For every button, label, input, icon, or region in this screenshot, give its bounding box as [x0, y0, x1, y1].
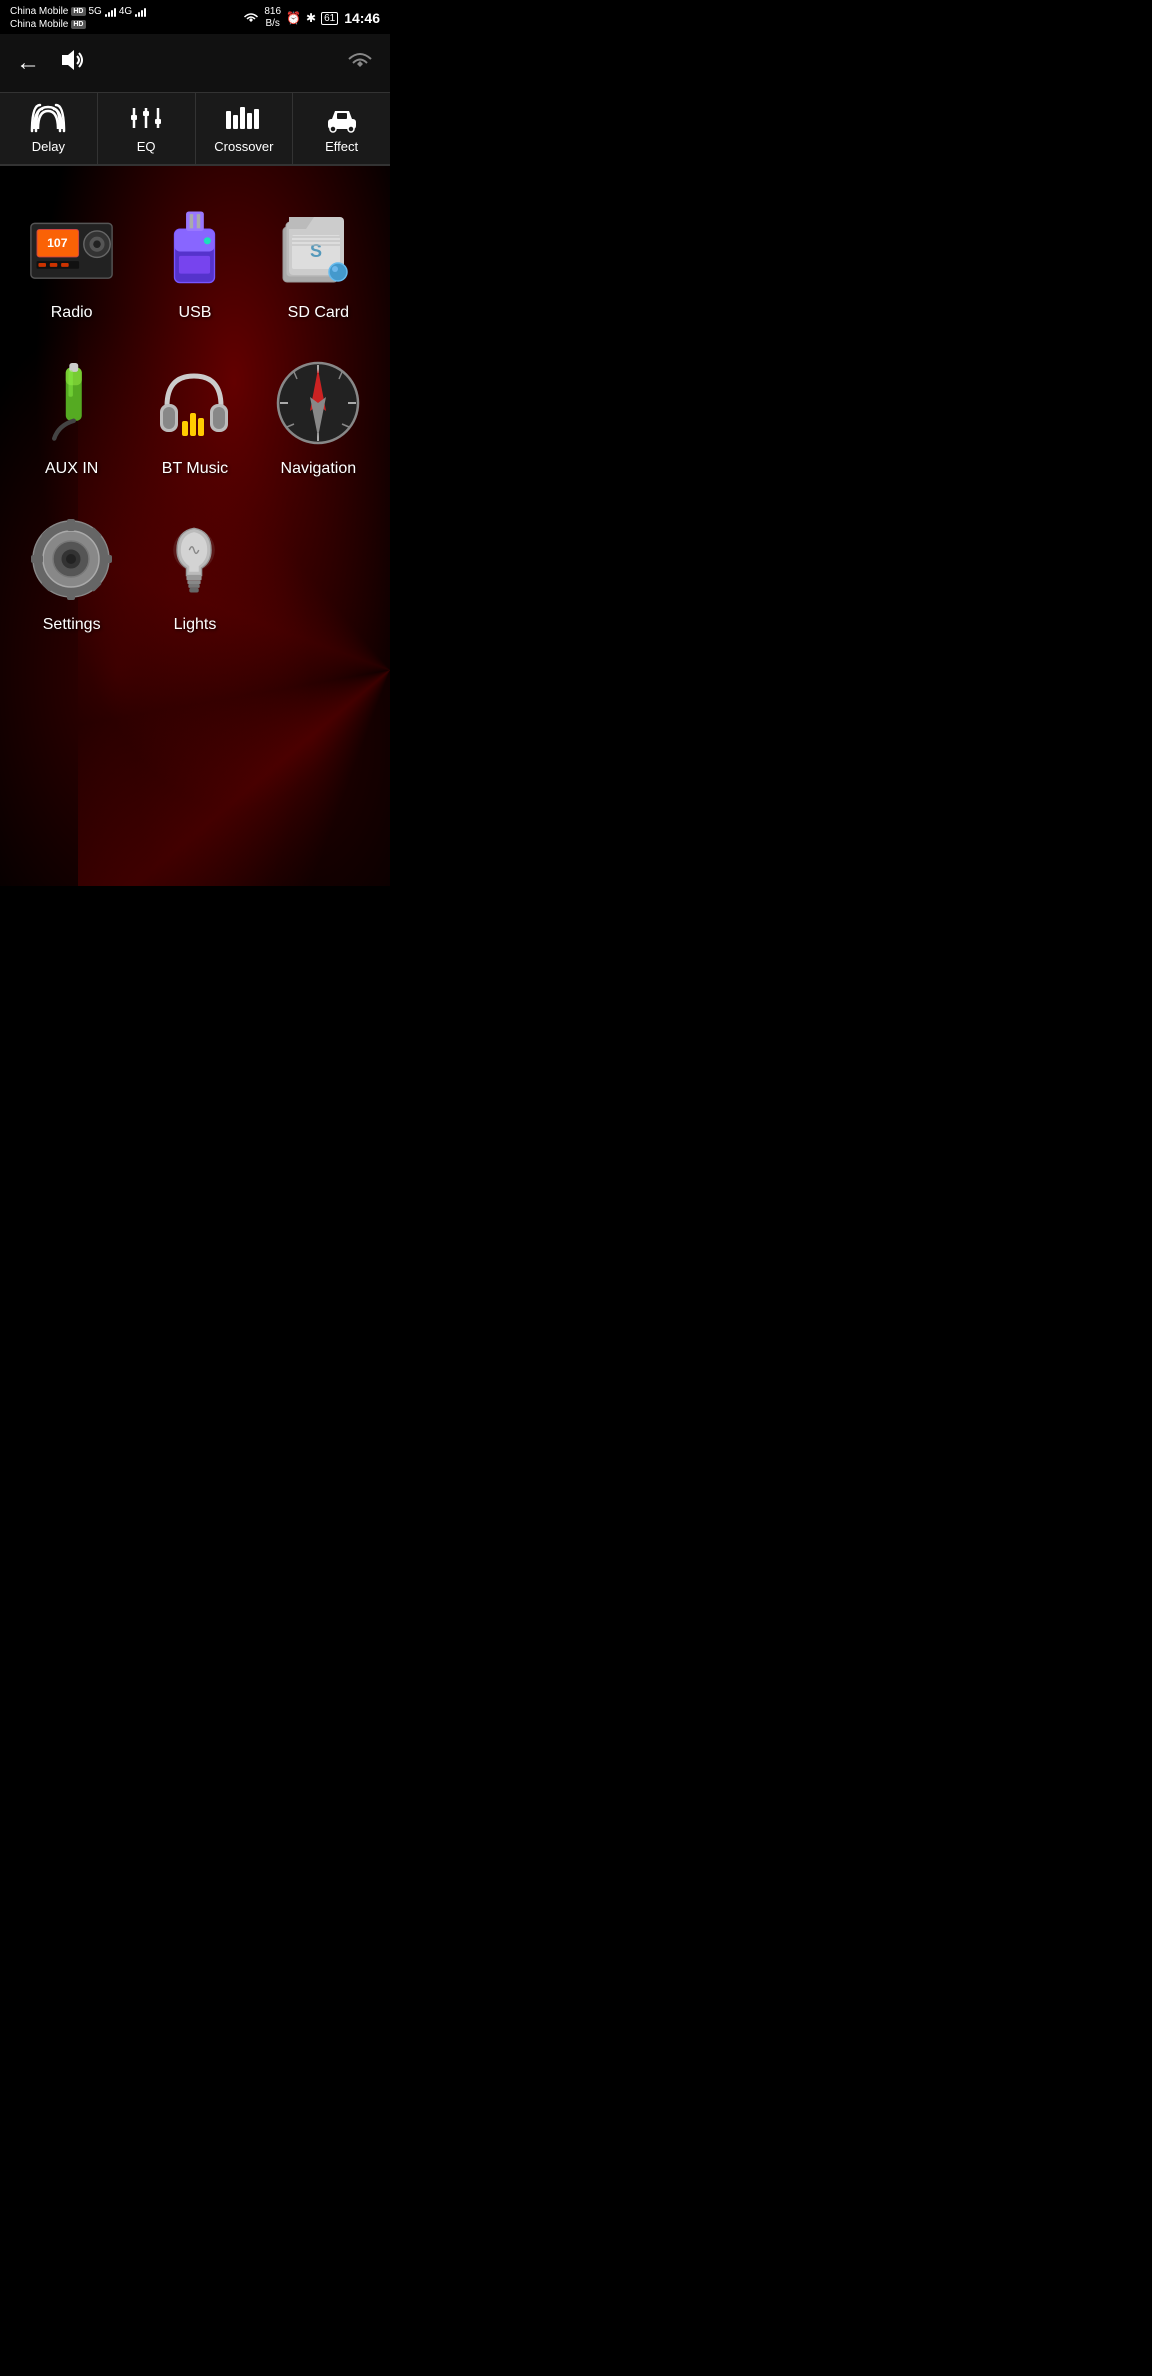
crossover-icon	[224, 103, 264, 133]
settings-icon	[29, 517, 114, 602]
app-auxin[interactable]: AUX IN	[10, 342, 133, 498]
navigation-label: Navigation	[281, 460, 357, 478]
hd-badge1: HD	[71, 7, 85, 16]
time-display: 14:46	[344, 10, 380, 26]
speaker-icon	[56, 46, 88, 74]
battery-label: 61	[321, 12, 338, 25]
btmusic-label: BT Music	[162, 460, 228, 478]
tab-effect[interactable]: Effect	[293, 93, 390, 164]
bar2	[138, 12, 140, 17]
usb-icon-wrapper	[150, 202, 240, 292]
status-bar: China Mobile HD 5G 4G China Mobile HD	[0, 0, 390, 34]
header-wifi-icon	[346, 50, 374, 77]
settings-label: Settings	[43, 616, 101, 634]
bar1	[105, 14, 107, 17]
hd-badge2: HD	[71, 20, 85, 29]
network2: 4G	[119, 5, 132, 18]
tab-delay[interactable]: Delay	[0, 93, 98, 164]
app-settings[interactable]: Settings	[10, 498, 133, 654]
net-speed: 816 B/s	[264, 6, 281, 30]
app-usb[interactable]: USB	[133, 186, 256, 342]
eq-icon	[128, 103, 164, 133]
auxin-label: AUX IN	[45, 460, 98, 478]
radio-label: Radio	[51, 304, 93, 322]
radio-icon-wrapper: 107	[27, 202, 117, 292]
tab-bar: Delay EQ Crossover	[0, 93, 390, 166]
app-navigation[interactable]: Navigation	[257, 342, 380, 498]
tab-eq[interactable]: EQ	[98, 93, 196, 164]
auxin-icon-wrapper	[27, 358, 117, 448]
right-status-icons: 816 B/s ⏰ ✱ 61 14:46	[243, 6, 380, 30]
tab-eq-label: EQ	[137, 139, 156, 154]
carrier-info: China Mobile HD 5G 4G China Mobile HD	[10, 5, 146, 31]
tab-delay-label: Delay	[32, 139, 65, 154]
sdcard-label: SD Card	[288, 304, 349, 322]
bar4	[144, 8, 146, 17]
header: ←	[0, 34, 390, 93]
bluetooth-icon: ✱	[306, 11, 316, 25]
bar2	[108, 12, 110, 17]
carrier2-name: China Mobile	[10, 18, 68, 31]
volume-icon[interactable]	[56, 46, 88, 80]
tab-crossover[interactable]: Crossover	[196, 93, 294, 164]
svg-text:107: 107	[47, 236, 68, 250]
usb-label: USB	[179, 304, 212, 322]
back-button[interactable]: ←	[16, 49, 40, 77]
speed-unit: B/s	[264, 18, 281, 30]
lights-label: Lights	[174, 616, 217, 634]
signal-bars-1	[105, 7, 116, 17]
aux-icon	[37, 363, 107, 443]
wifi-header-icon	[346, 50, 374, 72]
app-lights[interactable]: Lights	[133, 498, 256, 654]
network1: 5G	[89, 5, 102, 18]
sdcard-icon-wrapper: S	[273, 202, 363, 292]
wifi-icon	[243, 12, 259, 24]
carrier1-name: China Mobile	[10, 5, 68, 18]
app-grid: 107 Radio	[0, 166, 390, 674]
bar3	[111, 10, 113, 17]
speed-value: 816	[264, 6, 281, 18]
sdcard-icon: S	[278, 207, 358, 287]
navigation-icon-wrapper	[273, 358, 363, 448]
app-radio[interactable]: 107 Radio	[10, 186, 133, 342]
delay-icon	[30, 103, 66, 133]
bar3	[141, 10, 143, 17]
effect-icon	[324, 103, 360, 133]
bar4	[114, 8, 116, 17]
tab-crossover-label: Crossover	[214, 139, 273, 154]
lights-icon-wrapper	[150, 514, 240, 604]
btmusic-icon	[152, 361, 237, 446]
navigation-icon	[276, 361, 361, 446]
btmusic-icon-wrapper	[150, 358, 240, 448]
alarm-icon: ⏰	[286, 11, 301, 25]
tab-effect-label: Effect	[325, 139, 358, 154]
svg-text:S: S	[310, 241, 322, 261]
radio-icon: 107	[29, 212, 114, 282]
main-content: 107 Radio	[0, 166, 390, 886]
usb-icon	[157, 207, 232, 287]
bar1	[135, 14, 137, 17]
settings-icon-wrapper	[27, 514, 117, 604]
lights-icon	[162, 517, 227, 602]
app-sdcard[interactable]: S SD Card	[257, 186, 380, 342]
signal-bars-2	[135, 7, 146, 17]
app-btmusic[interactable]: BT Music	[133, 342, 256, 498]
